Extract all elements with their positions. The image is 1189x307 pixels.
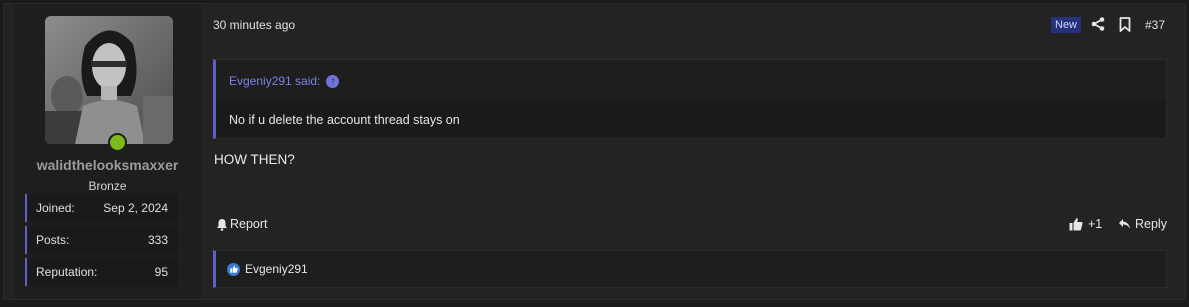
post-main: 30 minutes ago New #37 Evgeniy291 said: … <box>213 4 1185 299</box>
thumbs-up-icon <box>1069 218 1083 231</box>
user-title: Bronze <box>88 179 127 193</box>
like-reaction-icon <box>227 262 240 276</box>
stat-value: 333 <box>147 233 168 247</box>
quote-body: No if u delete the account thread stays … <box>216 100 1166 138</box>
reply-button[interactable]: Reply <box>1118 217 1167 231</box>
like-button[interactable]: +1 <box>1069 217 1102 231</box>
post-timestamp[interactable]: 30 minutes ago <box>213 18 295 32</box>
user-sidebar: walidthelooksmaxxer Bronze Joined: Sep 2… <box>14 4 201 299</box>
share-icon[interactable] <box>1091 17 1105 31</box>
stat-reputation: Reputation: 95 <box>25 258 178 286</box>
online-status-indicator <box>108 133 127 152</box>
quote-header[interactable]: Evgeniy291 said: ↑ <box>229 74 340 88</box>
stat-value: Sep 2, 2024 <box>103 201 168 215</box>
report-label: Report <box>230 217 268 231</box>
quote-text: No if u delete the account thread stays … <box>229 113 460 127</box>
username[interactable]: walidthelooksmaxxer <box>14 157 201 173</box>
new-badge: New <box>1051 17 1082 33</box>
post-number[interactable]: #37 <box>1145 18 1165 32</box>
bell-icon <box>217 218 227 231</box>
stat-label: Reputation: <box>36 265 98 279</box>
stat-label: Posts: <box>36 233 70 247</box>
report-button[interactable]: Report <box>216 217 268 231</box>
stat-joined: Joined: Sep 2, 2024 <box>25 194 178 222</box>
bookmark-icon[interactable] <box>1119 17 1131 32</box>
reaction-users[interactable]: Evgeniy291 <box>245 262 308 276</box>
reply-icon <box>1119 219 1130 229</box>
quote-block: Evgeniy291 said: ↑ No if u delete the ac… <box>213 59 1167 139</box>
like-count: +1 <box>1088 217 1103 231</box>
avatar[interactable] <box>45 16 173 144</box>
quote-author[interactable]: Evgeniy291 said: <box>229 74 320 88</box>
stat-posts: Posts: 333 <box>25 226 178 254</box>
reply-label: Reply <box>1135 217 1167 231</box>
stat-label: Joined: <box>36 201 75 215</box>
post-container: walidthelooksmaxxer Bronze Joined: Sep 2… <box>3 3 1186 300</box>
stat-value: 95 <box>154 265 168 279</box>
avatar-image <box>45 16 173 144</box>
post-message: HOW THEN? <box>214 152 295 167</box>
arrow-up-circle-icon[interactable]: ↑ <box>326 74 340 88</box>
reactions-bar[interactable]: Evgeniy291 <box>213 250 1167 288</box>
